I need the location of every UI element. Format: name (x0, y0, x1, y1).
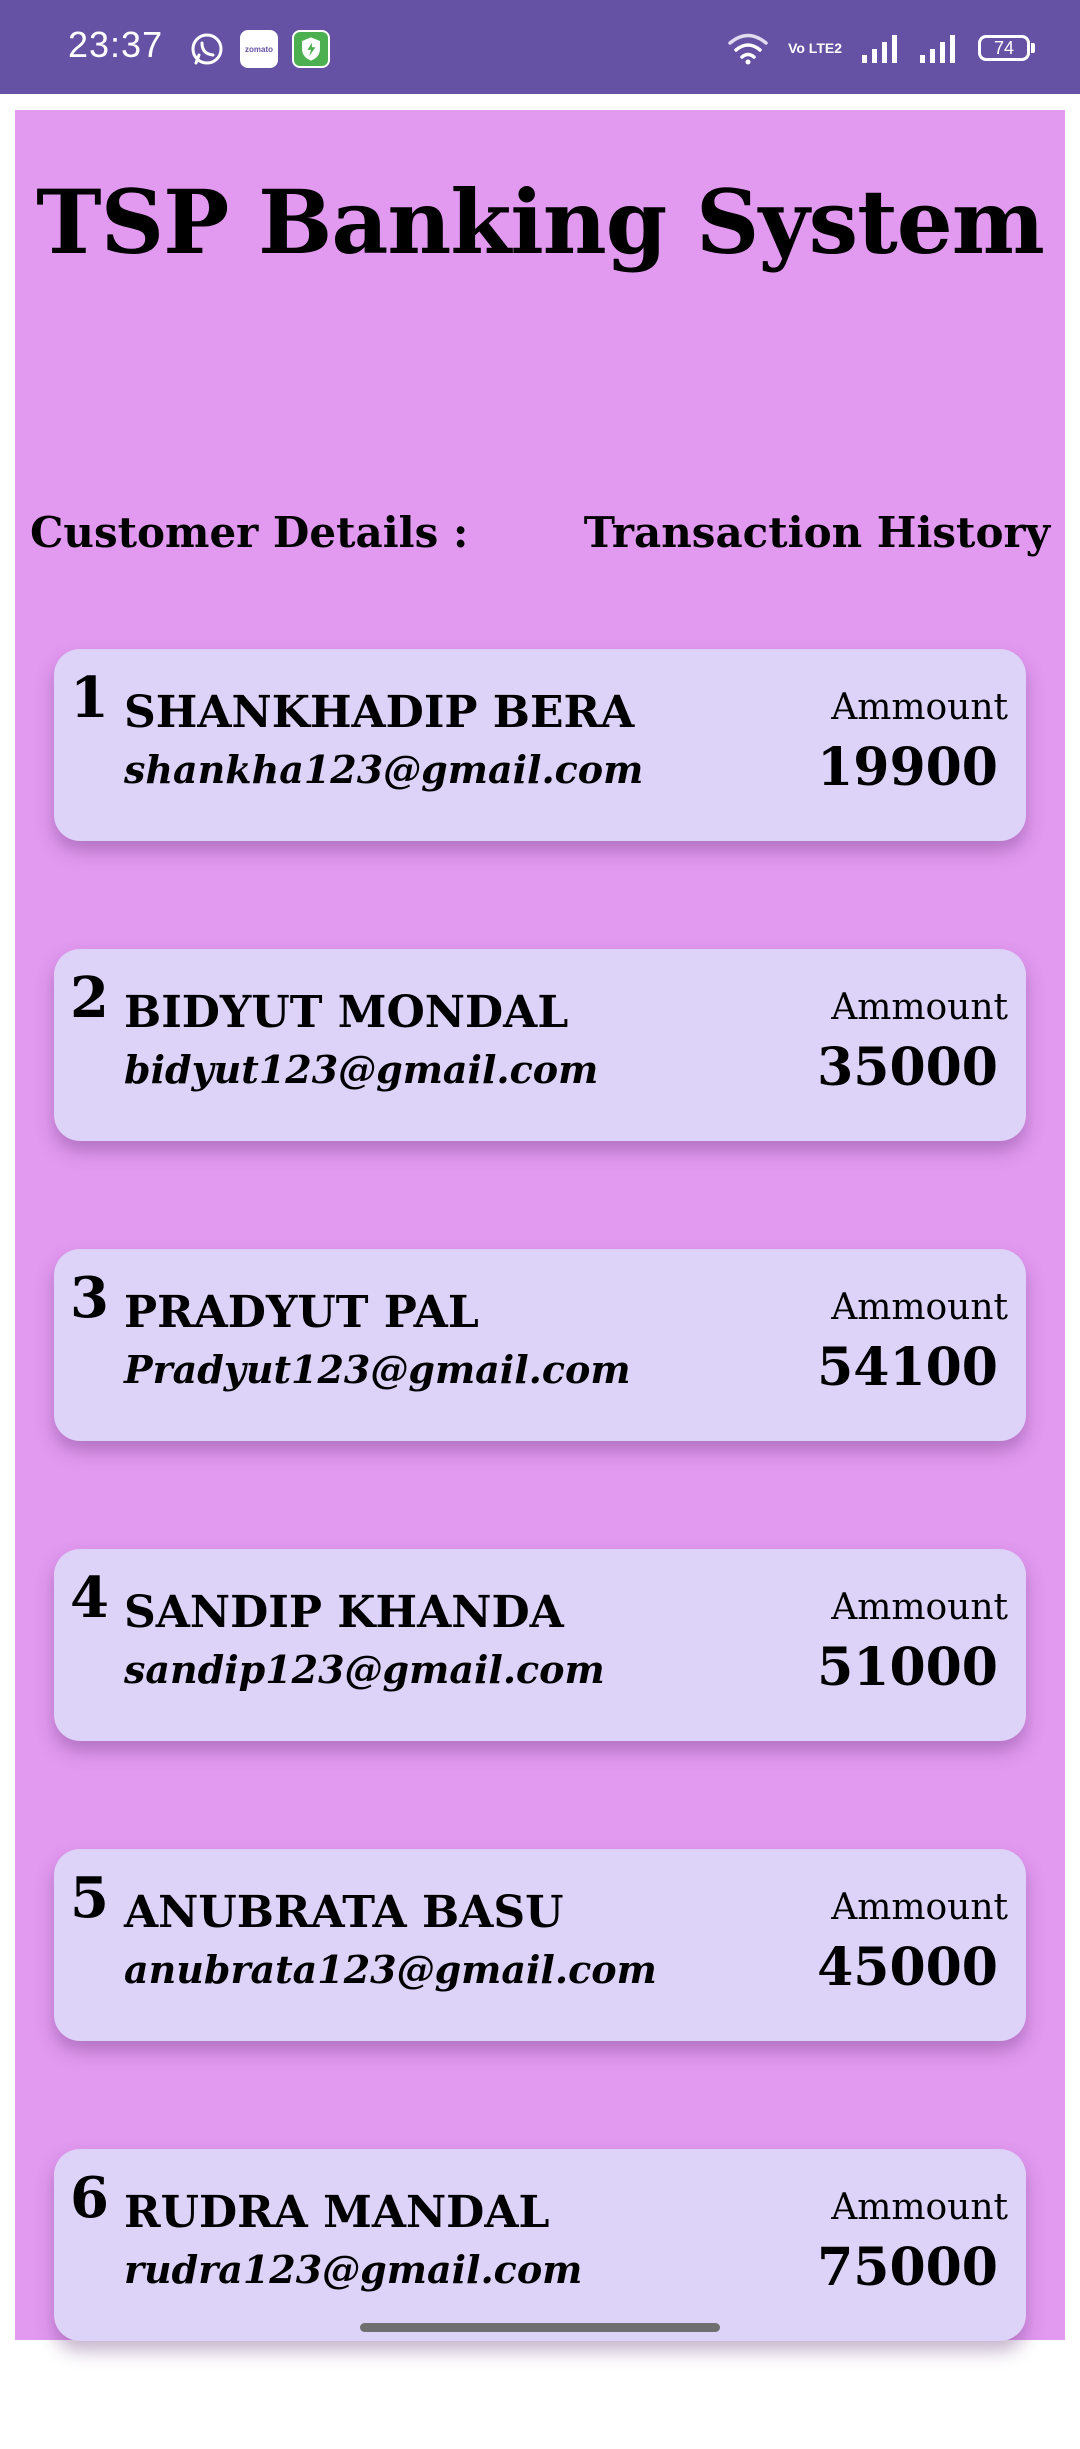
customer-index: 5 (70, 1865, 109, 1931)
amount-value: 45000 (817, 1937, 998, 1998)
customer-card[interactable]: 5 ANUBRATA BASU anubrata123@gmail.com Am… (54, 1849, 1026, 2041)
amount-label: Ammount (831, 1587, 1008, 1628)
amount-value: 54100 (817, 1337, 998, 1398)
page-title: TSP Banking System (36, 170, 1045, 274)
customer-email: shankha123@gmail.com (124, 747, 644, 792)
customer-email: Pradyut123@gmail.com (124, 1347, 631, 1392)
customer-card[interactable]: 6 RUDRA MANDAL rudra123@gmail.com Ammoun… (54, 2149, 1026, 2341)
customer-list: 1 SHANKHADIP BERA shankha123@gmail.com A… (54, 649, 1026, 2449)
customer-card[interactable]: 3 PRADYUT PAL Pradyut123@gmail.com Ammou… (54, 1249, 1026, 1441)
zomato-icon-label: zomato (245, 44, 273, 54)
transaction-history-link[interactable]: Transaction History (584, 508, 1050, 557)
amount-label: Ammount (831, 987, 1008, 1028)
zomato-icon: zomato (240, 30, 278, 68)
customer-index: 2 (70, 965, 109, 1031)
status-time: 23:37 (68, 24, 164, 65)
home-indicator[interactable] (360, 2323, 720, 2332)
customer-name: SANDIP KHANDA (124, 1587, 564, 1638)
customer-name: SHANKHADIP BERA (124, 687, 635, 738)
volte-indicator: Vo LTE2 (788, 40, 842, 56)
whatsapp-icon (191, 33, 223, 65)
customer-index: 6 (70, 2165, 109, 2231)
customer-card[interactable]: 4 SANDIP KHANDA sandip123@gmail.com Ammo… (54, 1549, 1026, 1741)
amount-value: 75000 (817, 2237, 998, 2298)
battery-icon: 74 (978, 35, 1035, 61)
customer-name: RUDRA MANDAL (124, 2187, 550, 2238)
amount-label: Ammount (831, 2187, 1008, 2228)
customer-details-link[interactable]: Customer Details : (30, 508, 468, 557)
customer-index: 1 (70, 665, 109, 731)
amount-label: Ammount (831, 1887, 1008, 1928)
customer-index: 4 (70, 1565, 109, 1631)
customer-card[interactable]: 1 SHANKHADIP BERA shankha123@gmail.com A… (54, 649, 1026, 841)
shield-icon (292, 30, 330, 68)
customer-name: BIDYUT MONDAL (124, 987, 569, 1038)
signal-icon (862, 35, 897, 63)
status-bar: 23:37 zomato Vo LTE2 74 (0, 0, 1080, 94)
amount-value: 51000 (817, 1637, 998, 1698)
customer-card[interactable]: 2 BIDYUT MONDAL bidyut123@gmail.com Ammo… (54, 949, 1026, 1141)
customer-email: rudra123@gmail.com (124, 2247, 583, 2292)
customer-name: ANUBRATA BASU (124, 1887, 564, 1938)
status-indicators: Vo LTE2 74 (728, 28, 1035, 68)
amount-value: 35000 (817, 1037, 998, 1098)
customer-index: 3 (70, 1265, 109, 1331)
wifi-icon (728, 33, 768, 65)
customer-email: sandip123@gmail.com (124, 1647, 605, 1692)
app-page: TSP Banking System Customer Details : Tr… (15, 110, 1065, 2341)
signal-icon (920, 35, 955, 63)
amount-label: Ammount (831, 687, 1008, 728)
amount-label: Ammount (831, 1287, 1008, 1328)
customer-email: bidyut123@gmail.com (124, 1047, 599, 1092)
customer-name: PRADYUT PAL (124, 1287, 479, 1338)
amount-value: 19900 (817, 737, 998, 798)
customer-email: anubrata123@gmail.com (124, 1947, 657, 1992)
